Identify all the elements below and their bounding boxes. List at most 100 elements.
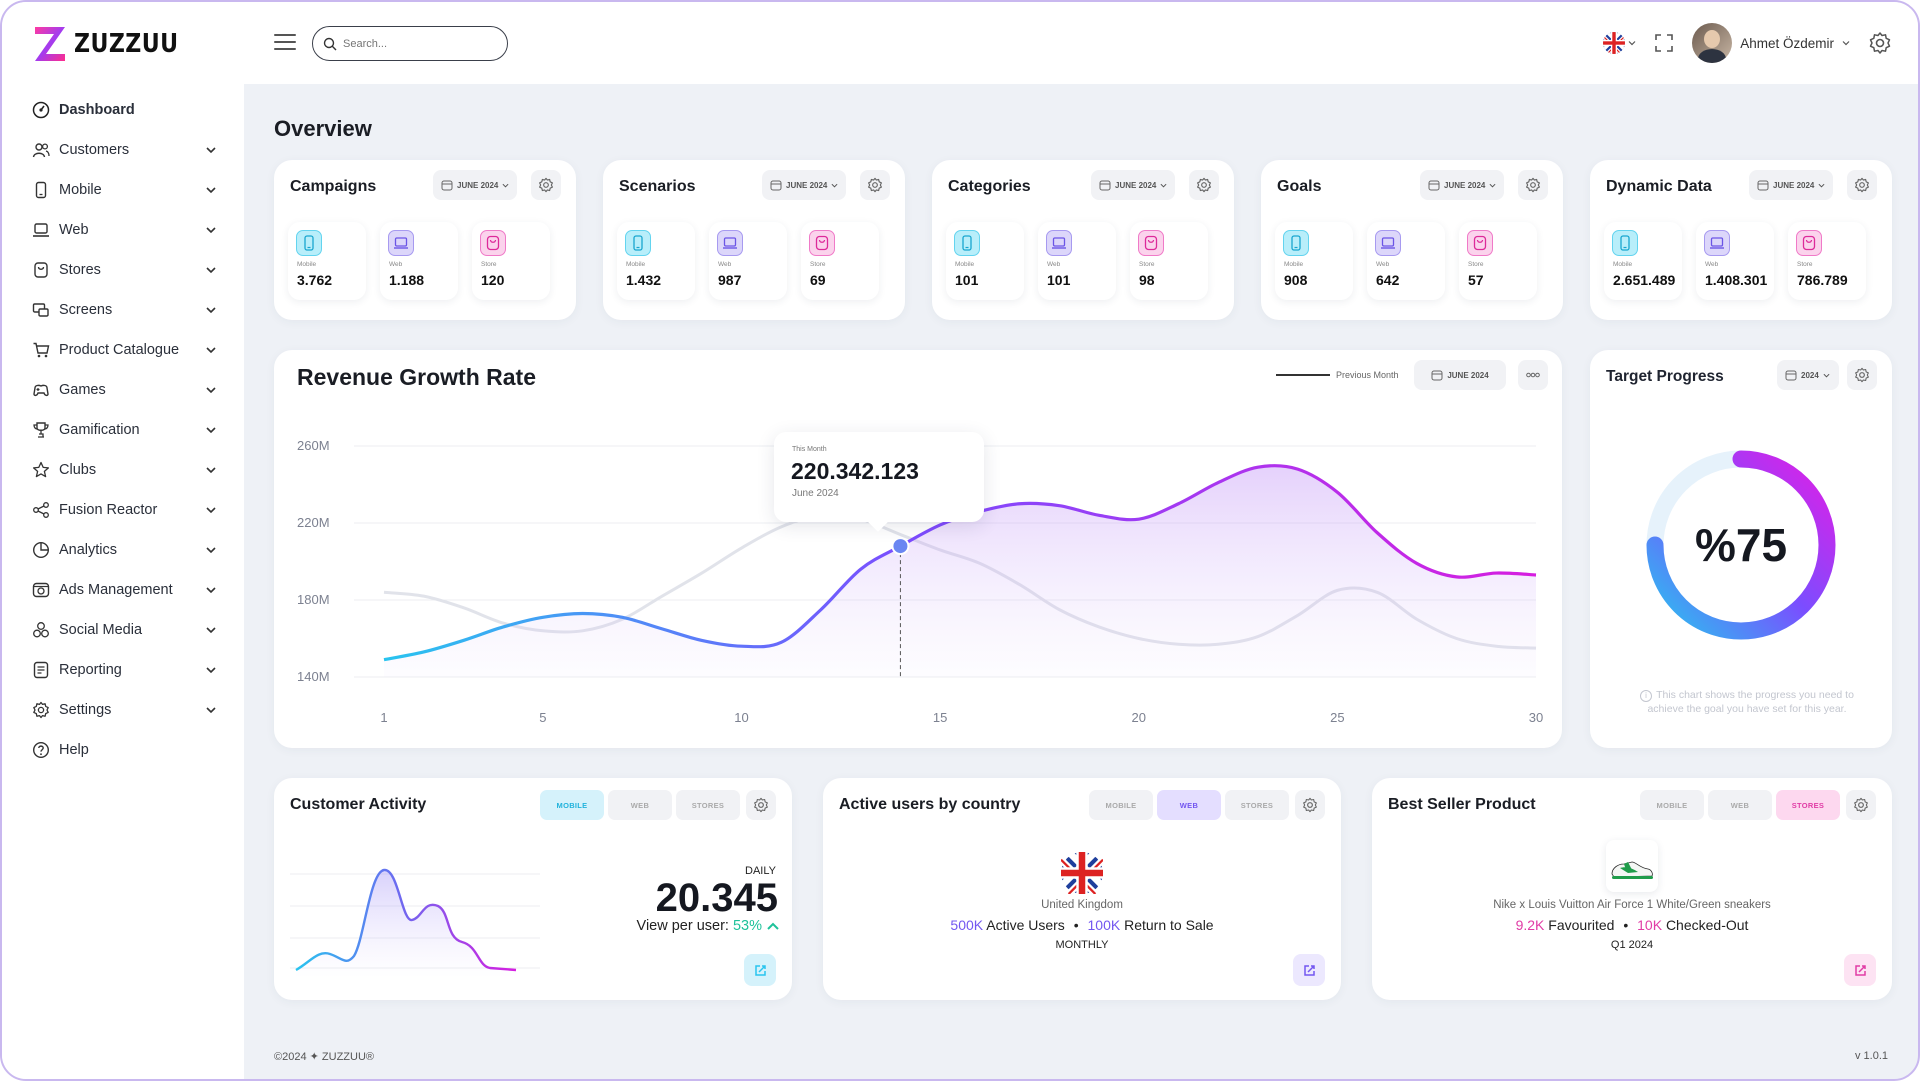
stat-label: Web (389, 261, 403, 268)
report-icon (32, 661, 50, 679)
tab-mobile[interactable]: MOBILE (540, 790, 604, 820)
pie-chart-icon (32, 541, 50, 559)
stat-store[interactable]: Store 69 (801, 222, 879, 300)
best-seller-period: Q1 2024 (1610, 939, 1654, 951)
ads-icon (32, 581, 50, 599)
product-name: Nike x Louis Vuitton Air Force 1 White/G… (1493, 899, 1771, 911)
categories-date-picker[interactable]: JUNE 2024 (1091, 170, 1176, 200)
sidebar-item-dashboard[interactable]: Dashboard (32, 90, 218, 130)
target-value: %75 (1694, 519, 1788, 571)
screens-icon (32, 301, 50, 319)
checkout-value: 10K (1637, 917, 1663, 933)
tab-stores[interactable]: STORES (676, 790, 740, 820)
sidebar-item-help[interactable]: Help (32, 730, 218, 770)
best-seller-open-button[interactable] (1844, 954, 1876, 986)
activity-open-button[interactable] (744, 954, 776, 986)
sidebar-item-product-catalogue[interactable]: Product Catalogue (32, 330, 218, 370)
sidebar-item-stores[interactable]: Stores (32, 250, 218, 290)
stat-web[interactable]: Web 1.408.301 (1696, 222, 1774, 300)
activity-settings-button[interactable] (746, 790, 776, 820)
chevron-down-icon (206, 467, 216, 474)
sidebar-item-label: Web (59, 222, 89, 238)
best-seller-card: Best Seller Product MOBILE WEB STORES Ni… (1372, 778, 1892, 1000)
stat-value: 57 (1468, 272, 1484, 288)
tab-stores[interactable]: STORES (1225, 790, 1289, 820)
stat-web[interactable]: Web 1.188 (380, 222, 458, 300)
sidebar-item-customers[interactable]: Customers (32, 130, 218, 170)
sidebar-item-fusion-reactor[interactable]: Fusion Reactor (32, 490, 218, 530)
goals-settings-button[interactable] (1518, 170, 1548, 200)
stat-web[interactable]: Web 987 (709, 222, 787, 300)
stat-store[interactable]: Store 786.789 (1788, 222, 1866, 300)
campaigns-date-picker[interactable]: JUNE 2024 (433, 170, 518, 200)
settings-gear-icon[interactable] (1868, 31, 1892, 55)
chevron-down-icon (206, 507, 216, 514)
sidebar-item-screens[interactable]: Screens (32, 290, 218, 330)
sidebar-item-label: Product Catalogue (59, 342, 180, 358)
sidebar-item-games[interactable]: Games (32, 370, 218, 410)
dynamic-data-settings-button[interactable] (1847, 170, 1877, 200)
sidebar-item-label: Gamification (59, 422, 140, 438)
sidebar-item-analytics[interactable]: Analytics (32, 530, 218, 570)
checkout-label: Checked-Out (1665, 917, 1749, 933)
stat-store[interactable]: Store 120 (472, 222, 550, 300)
page-title: Overview (274, 116, 372, 141)
tab-mobile[interactable]: MOBILE (1089, 790, 1153, 820)
calendar-icon (1099, 180, 1111, 191)
logo[interactable]: ZUZZUU (32, 24, 197, 64)
categories-settings-button[interactable] (1189, 170, 1219, 200)
y-tick-label: 260M (297, 438, 330, 453)
sidebar-item-gamification[interactable]: Gamification (32, 410, 218, 450)
target-note-text: This chart shows the progress you need t… (1647, 689, 1854, 715)
sidebar-item-settings[interactable]: Settings (32, 690, 218, 730)
stat-store[interactable]: Store 98 (1130, 222, 1208, 300)
sidebar-item-label: Screens (59, 302, 113, 318)
fav-label: Favourited (1548, 917, 1615, 933)
scenarios-date-picker[interactable]: JUNE 2024 (762, 170, 847, 200)
tab-web[interactable]: WEB (1708, 790, 1772, 820)
mobile-icon (954, 230, 980, 256)
stat-mobile[interactable]: Mobile 2.651.489 (1604, 222, 1682, 300)
fullscreen-icon[interactable] (1654, 33, 1674, 53)
external-link-icon (1303, 964, 1315, 976)
active-users-settings-button[interactable] (1295, 790, 1325, 820)
goals-date-picker[interactable]: JUNE 2024 (1420, 170, 1505, 200)
tab-stores[interactable]: STORES (1776, 790, 1840, 820)
sidebar-item-social-media[interactable]: Social Media (32, 610, 218, 650)
sidebar-item-clubs[interactable]: Clubs (32, 450, 218, 490)
stat-web[interactable]: Web 642 (1367, 222, 1445, 300)
menu-toggle-icon[interactable] (274, 34, 296, 50)
x-tick-label: 20 (1132, 710, 1146, 725)
stat-value: 987 (718, 272, 742, 288)
user-menu[interactable]: Ahmet Özdemir (1692, 23, 1850, 63)
tab-mobile[interactable]: MOBILE (1640, 790, 1704, 820)
trophy-icon (32, 421, 50, 439)
stat-mobile[interactable]: Mobile 908 (1275, 222, 1353, 300)
scenarios-settings-button[interactable] (860, 170, 890, 200)
tab-web[interactable]: WEB (608, 790, 672, 820)
stat-value: 786.789 (1797, 272, 1848, 288)
dynamic-data-date-picker[interactable]: JUNE 2024 (1749, 170, 1834, 200)
tab-web[interactable]: WEB (1157, 790, 1221, 820)
campaigns-settings-button[interactable] (531, 170, 561, 200)
stat-web[interactable]: Web 101 (1038, 222, 1116, 300)
gear-icon (32, 701, 50, 719)
stat-mobile[interactable]: Mobile 3.762 (288, 222, 366, 300)
gear-icon (1197, 177, 1211, 193)
search-input[interactable] (343, 37, 493, 50)
sidebar-item-reporting[interactable]: Reporting (32, 650, 218, 690)
highlight-point[interactable] (893, 539, 908, 554)
sidebar-item-web[interactable]: Web (32, 210, 218, 250)
categories-title: Categories (948, 178, 1031, 195)
topbar-actions: Ahmet Özdemir (1603, 22, 1892, 64)
language-selector[interactable] (1603, 32, 1636, 54)
sidebar-item-mobile[interactable]: Mobile (32, 170, 218, 210)
sidebar-item-ads-management[interactable]: Ads Management (32, 570, 218, 610)
active-users-open-button[interactable] (1293, 954, 1325, 986)
trend-up-icon (767, 922, 779, 930)
stat-store[interactable]: Store 57 (1459, 222, 1537, 300)
stat-mobile[interactable]: Mobile 101 (946, 222, 1024, 300)
stat-mobile[interactable]: Mobile 1.432 (617, 222, 695, 300)
search-box[interactable] (312, 26, 508, 61)
best-seller-settings-button[interactable] (1846, 790, 1876, 820)
